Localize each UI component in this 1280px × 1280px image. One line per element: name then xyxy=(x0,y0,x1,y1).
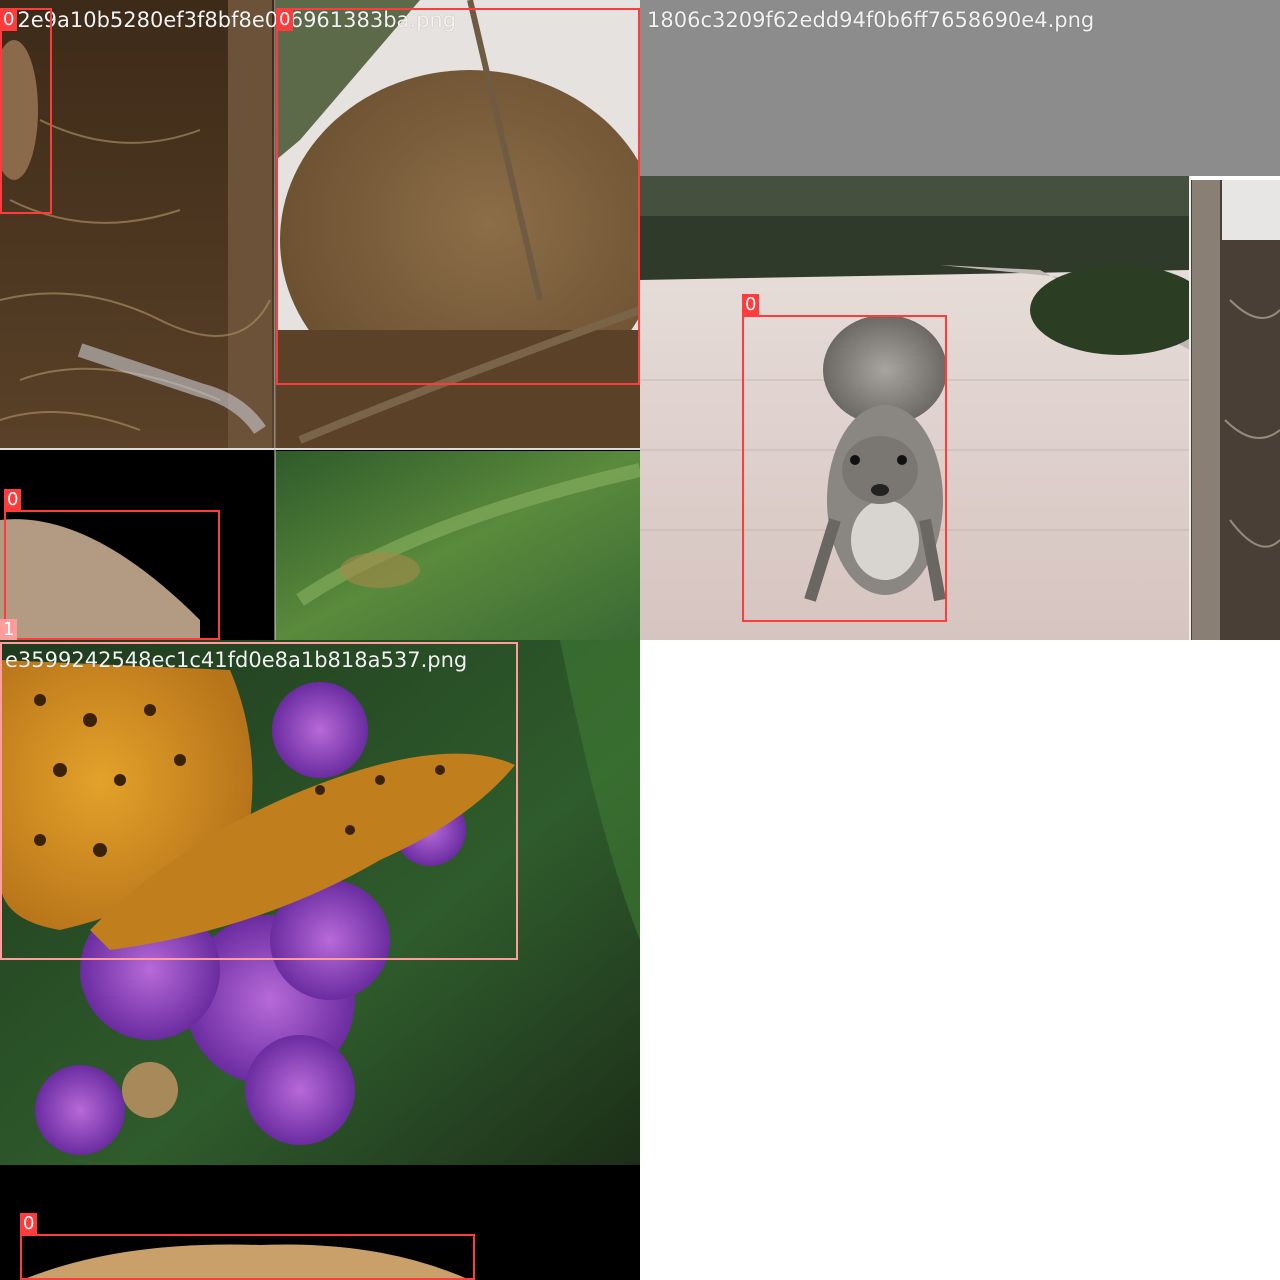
detection-box xyxy=(4,510,220,640)
mosaic-tile-empty xyxy=(640,640,1280,1280)
detection-class-label: 0 xyxy=(4,489,22,511)
detection-box xyxy=(276,8,640,385)
detection-class-label: 0 xyxy=(276,9,294,31)
detection-box xyxy=(20,1234,475,1280)
detection-box xyxy=(0,642,518,960)
detection-box xyxy=(742,315,947,622)
detection-class-label: 0 xyxy=(20,1213,38,1235)
mosaic-tile-3: e3599242548ec1c41fd0e8a1b818a537.png 0 xyxy=(0,640,640,1280)
detection-box xyxy=(0,8,52,214)
detection-class-label: 0 xyxy=(742,294,760,316)
mosaic-tile-1: 32e9a10b5280ef3f8bf8e0c6961383ba.png 0 0… xyxy=(0,0,640,640)
street-squirrel-photo xyxy=(640,0,1280,640)
detection-class-label: 1 xyxy=(0,619,18,640)
mosaic-tile-2: 1806c3209f62edd94f0b6ff7658690e4.png 0 xyxy=(640,0,1280,640)
tile-filename-label: 1806c3209f62edd94f0b6ff7658690e4.png xyxy=(647,8,1095,32)
detection-class-label: 0 xyxy=(0,9,18,31)
